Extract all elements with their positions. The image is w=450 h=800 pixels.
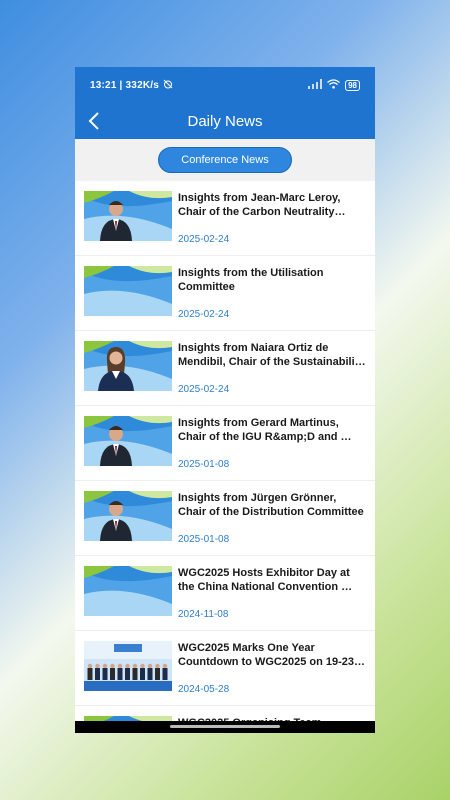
home-indicator[interactable] [170, 725, 280, 728]
news-item[interactable]: WGC2025 Marks One Year Countdown to WGC2… [75, 631, 375, 706]
news-date: 2024-11-08 [178, 609, 229, 620]
navigation-bar [75, 721, 375, 733]
app-header: Daily News [75, 103, 375, 139]
conference-news-button[interactable]: Conference News [158, 147, 292, 173]
news-info: Insights from Gerard Martinus, Chair of … [178, 416, 366, 472]
alarm-off-icon [163, 79, 173, 92]
news-thumbnail [84, 491, 172, 541]
wifi-icon [327, 78, 341, 92]
news-info: Insights from Jürgen Grönner, Chair of t… [178, 491, 366, 547]
news-title: Insights from the Utilisation Committee [178, 267, 324, 293]
news-info: Insights from Naiara Ortiz de Mendibil, … [178, 341, 366, 397]
news-date: 2025-02-24 [178, 309, 230, 320]
news-thumbnail [84, 641, 172, 691]
news-list: Insights from Jean-Marc Leroy, Chair of … [75, 181, 375, 731]
news-title: WGC2025 Marks One Year Countdown to WGC2… [178, 642, 366, 668]
news-info: WGC2025 Marks One Year Countdown to WGC2… [178, 641, 366, 697]
news-date: 2025-02-24 [178, 384, 230, 395]
news-item[interactable]: Insights from Jürgen Grönner, Chair of t… [75, 481, 375, 556]
news-title: WGC2025 Hosts Exhibitor Day at the China… [178, 567, 353, 593]
news-date: 2024-05-28 [178, 684, 230, 695]
news-item[interactable]: Insights from Gerard Martinus, Chair of … [75, 406, 375, 481]
news-title: Insights from Jürgen Grönner, Chair of t… [178, 492, 364, 518]
filter-bar: Conference News [75, 139, 375, 181]
news-item[interactable]: Insights from Naiara Ortiz de Mendibil, … [75, 331, 375, 406]
news-title: Insights from Jean-Marc Leroy, Chair of … [178, 192, 341, 218]
news-info: WGC2025 Hosts Exhibitor Day at the China… [178, 566, 366, 622]
news-thumbnail [84, 341, 172, 391]
signal-icon [308, 78, 323, 92]
status-bar: 13:21 | 332K/s 98 [75, 67, 375, 103]
status-time: 13:21 | 332K/s [90, 79, 159, 91]
news-thumbnail [84, 566, 172, 616]
back-arrow-icon[interactable] [83, 109, 107, 133]
page-title: Daily News [187, 112, 263, 130]
news-info: Insights from Jean-Marc Leroy, Chair of … [178, 191, 366, 247]
news-date: 2025-01-08 [178, 534, 230, 545]
news-item[interactable]: Insights from the Utilisation Committee 2… [75, 256, 375, 331]
news-info: Insights from the Utilisation Committee 2… [178, 266, 366, 322]
news-title: Insights from Naiara Ortiz de Mendibil, … [178, 342, 366, 368]
news-title: Insights from Gerard Martinus, Chair of … [178, 417, 352, 443]
news-thumbnail [84, 416, 172, 466]
news-date: 2025-01-08 [178, 459, 230, 470]
news-item[interactable]: WGC2025 Hosts Exhibitor Day at the China… [75, 556, 375, 631]
battery-indicator: 98 [345, 79, 360, 91]
news-date: 2025-02-24 [178, 234, 230, 245]
news-thumbnail [84, 191, 172, 241]
news-thumbnail [84, 266, 172, 316]
phone-screen: 13:21 | 332K/s 98 Daily News Conference … [75, 67, 375, 733]
news-item[interactable]: Insights from Jean-Marc Leroy, Chair of … [75, 181, 375, 256]
